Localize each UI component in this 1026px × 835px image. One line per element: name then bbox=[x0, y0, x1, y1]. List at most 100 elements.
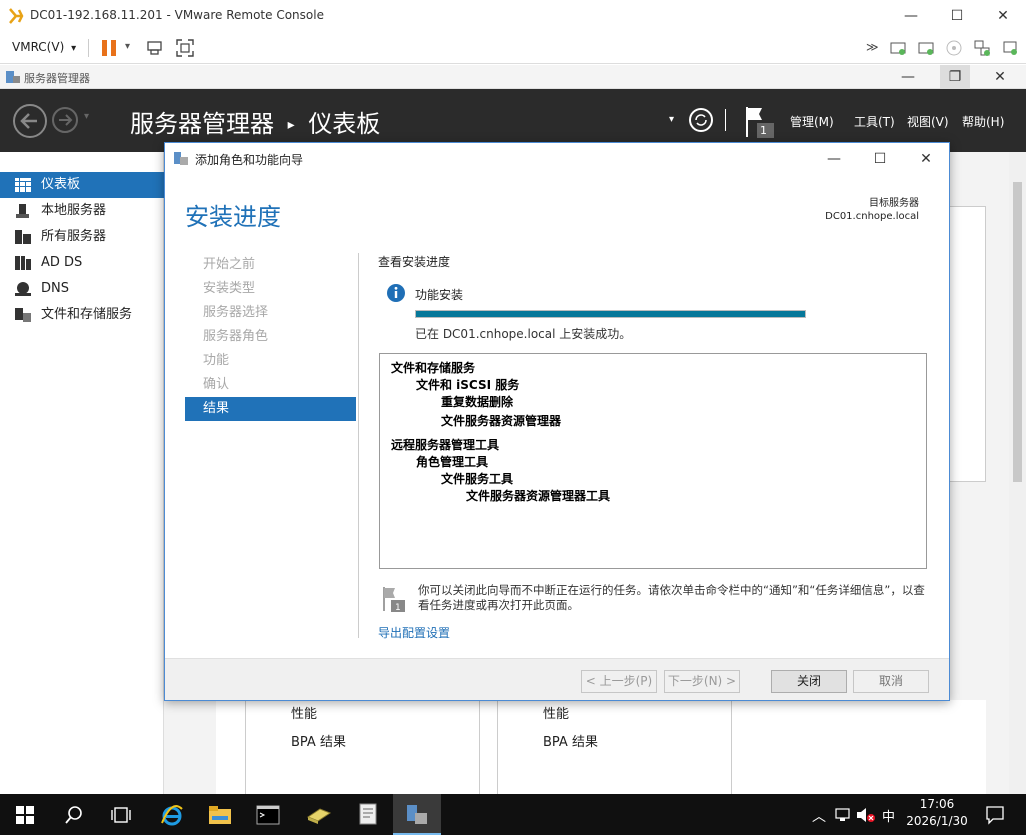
task-view-icon[interactable] bbox=[110, 806, 132, 824]
cancel-button[interactable]: 取消 bbox=[853, 670, 929, 693]
wizard-close-button[interactable]: ✕ bbox=[911, 147, 941, 171]
fullscreen-icon[interactable] bbox=[175, 38, 195, 58]
nav-item-label: DNS bbox=[41, 281, 69, 296]
history-chevron-icon[interactable]: ▾ bbox=[84, 111, 89, 122]
cd-device-icon[interactable] bbox=[945, 39, 963, 57]
wizard-heading: 安装进度 bbox=[185, 203, 281, 231]
nav-item-dns[interactable]: DNS bbox=[0, 276, 164, 302]
step-results[interactable]: 结果 bbox=[185, 397, 356, 421]
step-server-selection: 服务器选择 bbox=[203, 305, 269, 320]
menu-manage[interactable]: 管理(M) bbox=[790, 113, 834, 130]
header-dropdown-chevron-icon[interactable]: ▾ bbox=[669, 114, 674, 125]
network-tray-icon[interactable] bbox=[834, 806, 852, 824]
results-list[interactable]: 文件和存储服务 文件和 iSCSI 服务 重复数据删除 文件服务器资源管理器 远… bbox=[379, 353, 927, 569]
tray-chevron-up-icon[interactable]: ︿ bbox=[812, 806, 826, 826]
tile-bpa-link[interactable]: BPA 结果 bbox=[291, 731, 346, 750]
refresh-icon[interactable] bbox=[688, 107, 714, 133]
previous-button[interactable]: < 上一步(P) bbox=[581, 670, 657, 693]
vmrc-close-button[interactable]: ✕ bbox=[988, 4, 1018, 28]
sm-close-button[interactable]: ✕ bbox=[985, 65, 1015, 89]
header-divider bbox=[725, 109, 726, 131]
volume-muted-icon[interactable] bbox=[856, 806, 876, 824]
toolbar-divider bbox=[88, 39, 89, 57]
info-icon bbox=[387, 284, 405, 302]
result-item: 文件和 iSCSI 服务 bbox=[416, 378, 520, 392]
nav-item-all-servers[interactable]: 所有服务器 bbox=[0, 224, 164, 250]
tiles-area: 性能 BPA 结果 性能 BPA 结果 bbox=[216, 700, 986, 794]
vmrc-minimize-button[interactable]: — bbox=[896, 4, 926, 28]
internet-explorer-icon[interactable] bbox=[160, 803, 184, 827]
menu-help[interactable]: 帮助(H) bbox=[962, 113, 1004, 130]
taskbar-server-manager-active[interactable] bbox=[393, 794, 441, 835]
export-config-link[interactable]: 导出配置设置 bbox=[378, 624, 450, 641]
dns-icon bbox=[15, 282, 31, 296]
feature-install-label: 功能安装 bbox=[415, 288, 464, 302]
sm-minimize-button[interactable]: — bbox=[893, 65, 923, 89]
wizard-minimize-button[interactable]: — bbox=[819, 147, 849, 171]
chevron-down-icon: ▾ bbox=[71, 43, 77, 54]
next-button[interactable]: 下一步(N) > bbox=[664, 670, 740, 693]
search-icon[interactable] bbox=[64, 805, 84, 825]
scrollbar-thumb[interactable] bbox=[1013, 182, 1022, 482]
target-server: 目标服务器 DC01.cnhope.local bbox=[825, 197, 919, 223]
forward-button[interactable] bbox=[51, 106, 79, 134]
taskbar: ︿ 中 17:06 2026/1/30 bbox=[0, 794, 1026, 835]
close-button[interactable]: 关闭 bbox=[771, 670, 847, 693]
nav-item-label: AD DS bbox=[41, 255, 83, 270]
ime-indicator[interactable]: 中 bbox=[882, 806, 895, 825]
action-center-icon[interactable] bbox=[985, 805, 1005, 825]
server-icon bbox=[16, 204, 29, 218]
clock[interactable]: 17:06 2026/1/30 bbox=[903, 797, 971, 828]
windows-start-icon[interactable] bbox=[16, 806, 34, 824]
target-server-label: 目标服务器 bbox=[869, 198, 919, 209]
wizard-divider bbox=[358, 253, 359, 638]
nav-item-dashboard[interactable]: 仪表板 bbox=[0, 172, 164, 198]
breadcrumb-page: 仪表板 bbox=[308, 110, 381, 138]
breadcrumb-separator-icon: ▸ bbox=[287, 117, 295, 133]
back-button[interactable] bbox=[12, 103, 48, 139]
wizard-footer: < 上一步(P) 下一步(N) > 关闭 取消 bbox=[165, 658, 949, 700]
disk-device-icon[interactable] bbox=[917, 39, 935, 57]
dashboard-scrollbar[interactable] bbox=[1009, 152, 1026, 794]
file-explorer-icon[interactable] bbox=[208, 804, 232, 826]
menu-tools[interactable]: 工具(T) bbox=[854, 113, 895, 130]
clock-time: 17:06 bbox=[919, 797, 955, 811]
svg-text:1: 1 bbox=[395, 603, 401, 612]
vmrc-toolbar: VMRC(V) ▾ ▾ ≫ bbox=[0, 32, 1026, 64]
notepad-icon[interactable] bbox=[356, 802, 380, 828]
disk-device-icon[interactable] bbox=[889, 39, 907, 57]
server-tile: 性能 BPA 结果 bbox=[245, 700, 480, 794]
server-tile: 性能 BPA 结果 bbox=[497, 700, 732, 794]
server-manager-icon bbox=[6, 71, 20, 83]
send-ctrl-alt-del-icon[interactable] bbox=[146, 39, 164, 57]
pause-button[interactable] bbox=[101, 39, 117, 57]
result-item: 文件服务器资源管理器工具 bbox=[466, 489, 611, 503]
vmrc-maximize-button[interactable]: ☐ bbox=[942, 4, 972, 28]
sm-restore-button[interactable]: ❐ bbox=[940, 65, 970, 89]
tile-performance-link[interactable]: 性能 bbox=[291, 703, 317, 722]
nav-item-label: 文件和存储服务 bbox=[41, 307, 133, 322]
nav-item-local-server[interactable]: 本地服务器 bbox=[0, 198, 164, 224]
adds-icon bbox=[15, 256, 31, 270]
vmrc-logo-icon bbox=[9, 8, 24, 24]
vmrc-menu[interactable]: VMRC(V) ▾ bbox=[12, 40, 76, 54]
result-item: 角色管理工具 bbox=[416, 455, 489, 469]
step-installation-type: 安装类型 bbox=[203, 281, 256, 296]
server-manager-title-bar: 服务器管理器 — ❐ ✕ bbox=[0, 65, 1026, 89]
nav-item-ad-ds[interactable]: AD DS bbox=[0, 250, 164, 276]
tile-performance-link[interactable]: 性能 bbox=[543, 703, 569, 722]
expand-devices-icon[interactable]: ≫ bbox=[866, 40, 879, 54]
storage-tool-icon[interactable] bbox=[306, 805, 332, 825]
wizard-maximize-button[interactable]: ☐ bbox=[865, 147, 895, 171]
tile-bpa-link[interactable]: BPA 结果 bbox=[543, 731, 598, 750]
network-device-icon[interactable] bbox=[973, 39, 991, 57]
result-item: 远程服务器管理工具 bbox=[391, 438, 500, 452]
command-prompt-icon[interactable] bbox=[256, 804, 280, 826]
breadcrumb-app[interactable]: 服务器管理器 bbox=[130, 110, 274, 138]
nav-item-label: 所有服务器 bbox=[41, 229, 107, 244]
usb-device-icon[interactable] bbox=[1001, 39, 1019, 57]
menu-view[interactable]: 视图(V) bbox=[907, 113, 949, 130]
wizard-title: 添加角色和功能向导 bbox=[195, 153, 304, 167]
nav-item-file-storage[interactable]: 文件和存储服务 bbox=[0, 302, 164, 328]
pause-menu-chevron-icon[interactable]: ▾ bbox=[125, 41, 130, 52]
